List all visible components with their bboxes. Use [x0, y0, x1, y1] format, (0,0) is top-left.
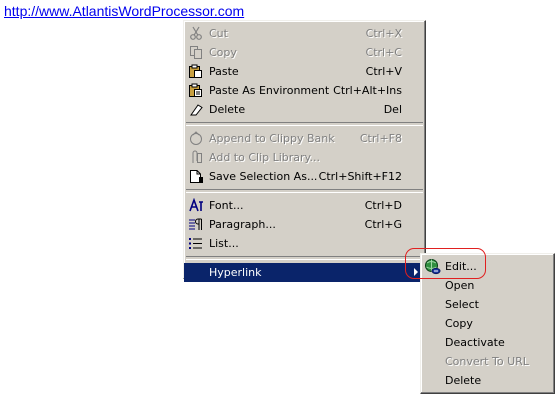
submenu-item-copy[interactable]: Copy [421, 314, 554, 333]
menu-separator [186, 256, 423, 260]
menu-separator [186, 189, 423, 193]
submenu-item-deactivate[interactable]: Deactivate [421, 333, 554, 352]
submenu-item-open[interactable]: Open [421, 276, 554, 295]
menu-item-append-to-clippy-bank[interactable]: Append to Clippy Bank Ctrl+F8 [184, 129, 425, 148]
submenu-item-convert-to-url[interactable]: Convert To URL [421, 352, 554, 371]
menu-item-add-to-clip-library[interactable]: Add to Clip Library... [184, 148, 425, 167]
font-icon [189, 198, 203, 212]
menu-item-cut[interactable]: Cut Ctrl+X [184, 24, 425, 43]
hyperlink-text[interactable]: http://www.AtlantisWordProcessor.com [4, 3, 244, 19]
submenu-item-edit[interactable]: Edit... [421, 257, 554, 276]
menu-item-paste-as-environment[interactable]: Paste As Environment Ctrl+Alt+Ins [184, 81, 425, 100]
paragraph-icon [189, 218, 202, 230]
list-icon [189, 238, 202, 249]
scissors-icon [190, 26, 202, 40]
save-selection-icon [190, 170, 203, 183]
menu-item-save-selection-as[interactable]: Save Selection As... Ctrl+Shift+F12 [184, 167, 425, 186]
menu-separator [186, 122, 423, 126]
submenu-item-delete[interactable]: Delete [421, 371, 554, 390]
menu-item-hyperlink[interactable]: Hyperlink [184, 263, 425, 282]
submenu-arrow-icon [414, 268, 418, 276]
paste-environment-icon [189, 83, 202, 97]
clip-library-icon [192, 150, 202, 163]
paste-icon [189, 64, 202, 78]
hyperlink-submenu: Edit... Open Select Copy Deactivate Conv… [420, 253, 555, 394]
eraser-icon [190, 104, 203, 116]
clippy-icon [190, 131, 202, 145]
context-menu: Cut Ctrl+X Copy Ctrl+C Paste Ctrl+V Past… [183, 20, 426, 282]
menu-item-font[interactable]: Font... Ctrl+D [184, 196, 425, 215]
menu-item-copy[interactable]: Copy Ctrl+C [184, 43, 425, 62]
menu-item-list[interactable]: List... [184, 234, 425, 253]
menu-item-paste[interactable]: Paste Ctrl+V [184, 62, 425, 81]
menu-item-paragraph[interactable]: Paragraph... Ctrl+G [184, 215, 425, 234]
globe-link-icon [425, 259, 441, 275]
submenu-item-select[interactable]: Select [421, 295, 554, 314]
copy-icon [190, 46, 202, 59]
menu-item-delete[interactable]: Delete Del [184, 100, 425, 119]
